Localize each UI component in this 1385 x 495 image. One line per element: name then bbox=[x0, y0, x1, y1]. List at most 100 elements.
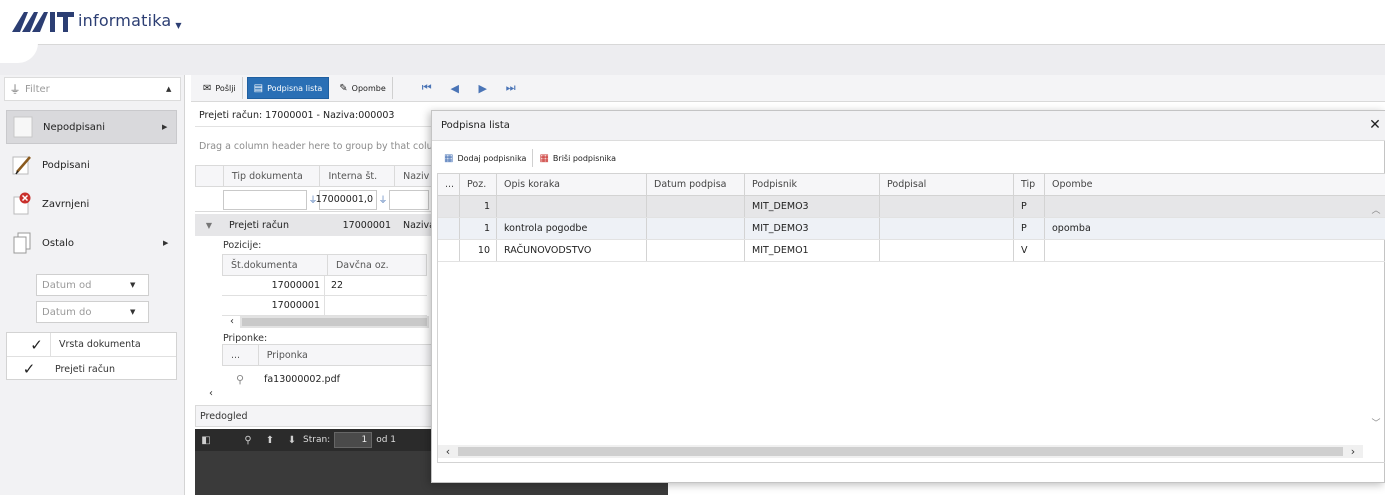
next-record-icon[interactable]: ▶ bbox=[469, 82, 497, 95]
blank-document-icon bbox=[7, 115, 39, 139]
first-record-icon[interactable]: ⏮ bbox=[413, 81, 441, 95]
delete-user-icon: ▦ bbox=[539, 152, 549, 164]
table-row[interactable]: 1 MIT_DEMO3 P bbox=[438, 196, 1385, 218]
nav-label: Podpisani bbox=[42, 159, 90, 171]
main-toolbar: ✉ Pošlji ▤ Podpisna lista ✎ Opombe ⏮ ◀ ▶… bbox=[191, 75, 1385, 102]
search-icon[interactable]: ⚲ bbox=[237, 435, 259, 446]
column-header-tax[interactable]: Davčna oz. bbox=[328, 255, 426, 275]
filter-box[interactable]: ⏚ Filter ▲ bbox=[4, 77, 181, 101]
table-row[interactable]: 1 kontrola pogodbe MIT_DEMO3 P opomba bbox=[438, 218, 1385, 240]
date-to-select[interactable]: Datum do ▼ bbox=[36, 301, 149, 323]
row-signer: MIT_DEMO3 bbox=[745, 196, 880, 217]
positions-scrollbar[interactable]: ‹ bbox=[224, 316, 429, 328]
paperclip-icon[interactable]: ⚲ bbox=[222, 373, 258, 386]
doc-type-option[interactable]: ✓ Prejeti račun bbox=[7, 357, 176, 381]
scroll-left-icon[interactable]: ‹ bbox=[203, 388, 219, 400]
add-user-icon: ▦ bbox=[444, 152, 454, 164]
collapse-icon[interactable]: ▼ bbox=[195, 221, 223, 230]
delete-signer-label: Briši podpisnika bbox=[552, 153, 617, 163]
column-header-dots[interactable]: ... bbox=[438, 174, 460, 195]
column-header-notes[interactable]: Opombe bbox=[1045, 174, 1385, 195]
filter-icon[interactable]: ⏚ bbox=[377, 193, 389, 206]
doc-type-header[interactable]: ✓ Vrsta dokumenta bbox=[7, 332, 176, 357]
signature-list-label: Podpisna lista bbox=[267, 83, 323, 93]
row-step: RAČUNOVODSTVO bbox=[497, 240, 647, 261]
scroll-down-icon[interactable]: ﹀ bbox=[1370, 416, 1382, 429]
row-type: P bbox=[1014, 218, 1045, 239]
chevron-down-icon[interactable]: ▼ bbox=[175, 21, 181, 30]
scroll-thumb[interactable] bbox=[242, 318, 427, 326]
funnel-icon: ⏚ bbox=[9, 83, 21, 96]
dialog-title: Podpisna lista bbox=[432, 111, 1385, 141]
documents-icon bbox=[6, 231, 38, 255]
column-header-signed-by[interactable]: Podpisal bbox=[880, 174, 1014, 195]
nav-item-signed[interactable]: Podpisani bbox=[6, 148, 177, 182]
table-row[interactable]: 17000001 22 bbox=[222, 275, 427, 296]
column-header-type[interactable]: Tip bbox=[1014, 174, 1045, 195]
doc-type-list: ✓ Vrsta dokumenta ✓ Prejeti račun bbox=[6, 332, 177, 380]
column-header-attachment[interactable]: Priponka bbox=[259, 345, 431, 365]
brand-name: informatika bbox=[78, 11, 172, 30]
prev-record-icon[interactable]: ◀ bbox=[441, 82, 469, 95]
column-header-doc-number[interactable]: Št.dokumenta bbox=[223, 255, 328, 275]
attachments-label: Priponke: bbox=[223, 333, 268, 344]
column-header-internal[interactable]: Interna št. bbox=[320, 166, 396, 186]
pdf-page-input[interactable]: 1 bbox=[334, 432, 373, 448]
signers-grid-hscroll[interactable]: ‹ › bbox=[438, 445, 1363, 458]
nav-item-unsigned[interactable]: Nepodpisani ▶ bbox=[6, 110, 177, 144]
sidebar-toggle-icon[interactable]: ◧ bbox=[195, 435, 217, 446]
column-header-position[interactable]: Poz. bbox=[460, 174, 497, 195]
table-row[interactable]: 17000001 bbox=[222, 295, 427, 316]
scroll-left-icon[interactable]: ‹ bbox=[438, 445, 458, 458]
chevron-up-icon[interactable]: ▲ bbox=[166, 85, 180, 93]
row-position: 1 bbox=[460, 196, 497, 217]
page-up-icon[interactable]: ⬆ bbox=[259, 435, 281, 446]
signers-grid: ... Poz. Opis koraka Datum podpisa Podpi… bbox=[437, 173, 1385, 463]
brand-logo[interactable]: informatika ▼ bbox=[12, 6, 182, 32]
signature-list-button[interactable]: ▤ Podpisna lista bbox=[246, 77, 330, 99]
table-row[interactable]: 10 RAČUNOVODSTVO MIT_DEMO1 V bbox=[438, 240, 1385, 262]
column-header-dots[interactable]: ... bbox=[223, 345, 259, 365]
nav-item-rejected[interactable]: Zavrnjeni bbox=[6, 187, 177, 221]
row-type: P bbox=[1014, 196, 1045, 217]
chevron-down-icon: ▼ bbox=[130, 308, 136, 316]
column-header-sign-date[interactable]: Datum podpisa bbox=[647, 174, 745, 195]
filter-type-input[interactable] bbox=[223, 189, 307, 210]
scroll-left-icon[interactable]: ‹ bbox=[224, 316, 240, 328]
scroll-right-icon[interactable]: › bbox=[1343, 445, 1363, 458]
scroll-thumb[interactable] bbox=[458, 447, 1343, 456]
add-signer-label: Dodaj podpisnika bbox=[457, 153, 527, 163]
column-header-step[interactable]: Opis koraka bbox=[497, 174, 647, 195]
last-record-icon[interactable]: ⏭ bbox=[497, 81, 525, 95]
filter-internal-input[interactable]: 17000001,0 bbox=[316, 189, 377, 210]
positions-header: Št.dokumenta Davčna oz. bbox=[222, 254, 427, 276]
main-grid-scrollbar[interactable]: ‹ bbox=[203, 388, 433, 400]
row-type: Prejeti račun bbox=[229, 219, 289, 231]
column-header-type[interactable]: Tip dokumenta bbox=[224, 166, 321, 186]
signers-grid-vscroll[interactable]: ︿ ﹀ bbox=[1370, 203, 1382, 433]
checkmark-icon[interactable]: ✓ bbox=[15, 360, 43, 378]
scroll-up-icon[interactable]: ︿ bbox=[1370, 203, 1382, 216]
row-dots bbox=[438, 240, 460, 261]
page-down-icon[interactable]: ⬇ bbox=[281, 435, 303, 446]
delete-signer-button[interactable]: ▦ Briši podpisnika bbox=[533, 149, 622, 167]
attachment-file[interactable]: fa13000002.pdf bbox=[258, 374, 340, 385]
send-button[interactable]: ✉ Pošlji bbox=[197, 77, 243, 99]
positions-label: Pozicije: bbox=[223, 240, 262, 251]
nav-item-other[interactable]: Ostalo ▶ bbox=[6, 226, 177, 260]
send-label: Pošlji bbox=[215, 83, 236, 93]
close-icon[interactable]: ✕ bbox=[1368, 117, 1382, 133]
row-name: Naziva bbox=[403, 219, 435, 231]
row-signed-by bbox=[880, 240, 1014, 261]
add-signer-button[interactable]: ▦ Dodaj podpisnika bbox=[438, 149, 534, 167]
column-header-signer[interactable]: Podpisnik bbox=[745, 174, 880, 195]
rejected-document-icon bbox=[6, 192, 38, 216]
expand-column bbox=[196, 166, 224, 186]
row-type: V bbox=[1014, 240, 1045, 261]
date-from-select[interactable]: Datum od ▼ bbox=[36, 274, 149, 296]
notes-button[interactable]: ✎ Opombe bbox=[333, 77, 393, 99]
row-sign-date bbox=[647, 218, 745, 239]
filter-name-input[interactable] bbox=[389, 189, 429, 210]
checkmark-icon[interactable]: ✓ bbox=[23, 332, 51, 357]
row-signer: MIT_DEMO3 bbox=[745, 218, 880, 239]
